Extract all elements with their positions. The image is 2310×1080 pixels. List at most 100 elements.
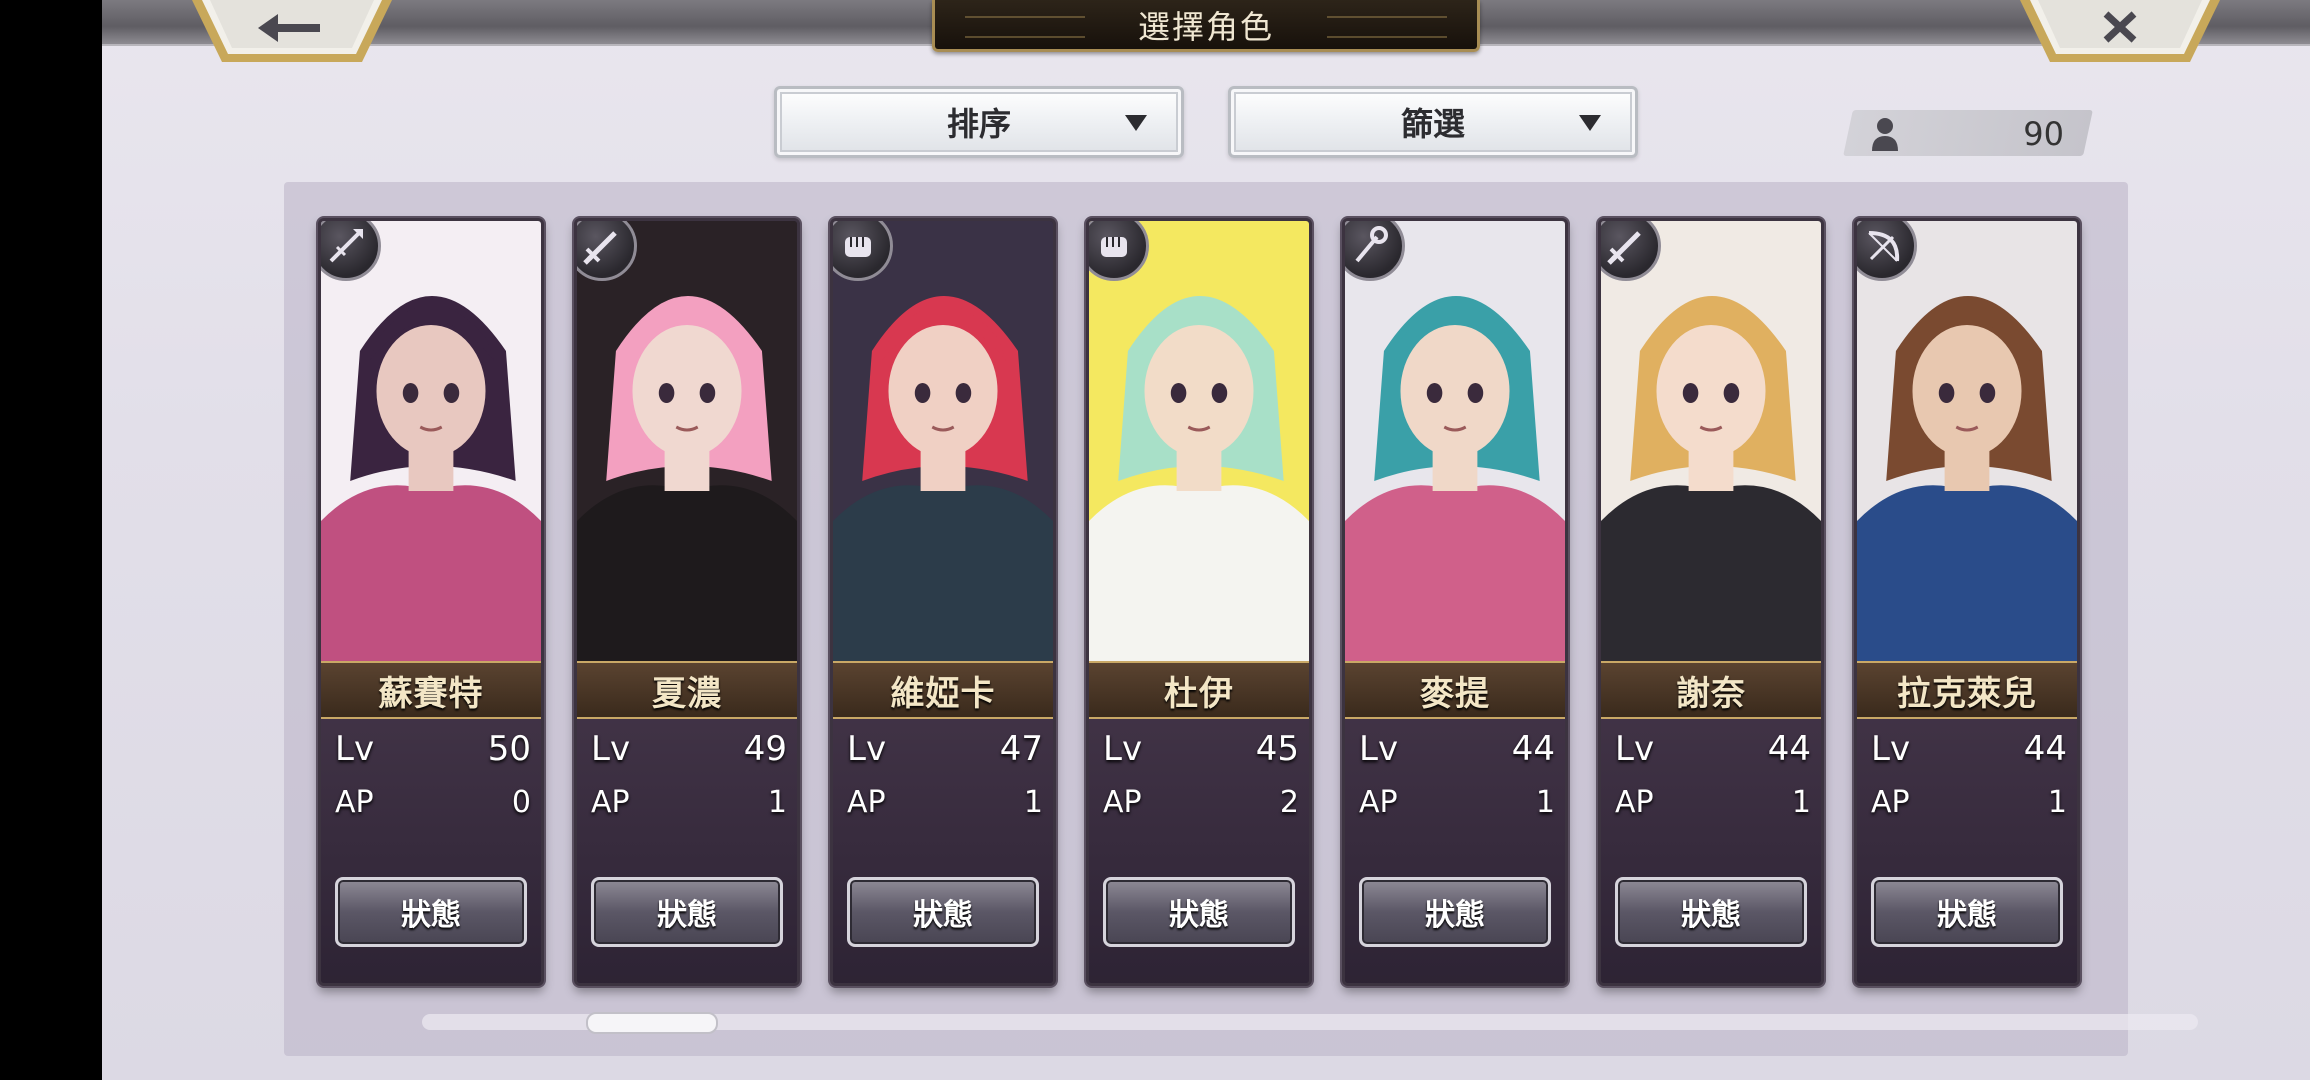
person-icon bbox=[1872, 118, 1898, 151]
level-row: Lv 50 bbox=[335, 729, 531, 775]
bow-icon bbox=[1868, 231, 1900, 262]
ap-label: AP bbox=[1871, 785, 1910, 820]
sword-icon bbox=[1607, 231, 1641, 265]
level-value: 50 bbox=[487, 729, 531, 769]
character-name: 夏濃 bbox=[577, 661, 797, 719]
level-value: 44 bbox=[2023, 729, 2067, 769]
level-label: Lv bbox=[335, 729, 375, 769]
ap-label: AP bbox=[1615, 785, 1654, 820]
character-card[interactable]: 麥提 Lv 44 AP 1 狀態 bbox=[1342, 218, 1568, 986]
ap-value: 0 bbox=[511, 785, 531, 820]
portrait-frame bbox=[1601, 221, 1821, 661]
spear-icon bbox=[329, 229, 363, 263]
portrait-frame bbox=[1089, 221, 1309, 661]
ap-row: AP 1 bbox=[847, 781, 1043, 827]
level-label: Lv bbox=[1615, 729, 1655, 769]
character-card[interactable]: 杜伊 Lv 45 AP 2 狀態 bbox=[1086, 218, 1312, 986]
level-row: Lv 44 bbox=[1615, 729, 1811, 775]
level-row: Lv 44 bbox=[1871, 729, 2067, 775]
sort-label: 排序 bbox=[946, 105, 1011, 143]
character-card-list: 蘇賽特 Lv 50 AP 0 狀態 夏濃 Lv 49 AP 1 狀態 維婭卡 Lv 47 AP 1 狀態 杜伊 Lv 4… bbox=[284, 182, 2128, 1056]
level-label: Lv bbox=[1359, 729, 1399, 769]
ap-row: AP 0 bbox=[335, 781, 531, 827]
ap-value: 1 bbox=[2047, 785, 2067, 820]
staff-icon bbox=[1355, 226, 1388, 263]
level-value: 44 bbox=[1511, 729, 1555, 769]
character-name: 謝奈 bbox=[1601, 661, 1821, 719]
ap-row: AP 1 bbox=[1615, 781, 1811, 827]
sort-dropdown[interactable]: 排序 bbox=[774, 86, 1184, 158]
character-name: 維婭卡 bbox=[833, 661, 1053, 719]
level-label: Lv bbox=[847, 729, 887, 769]
status-button[interactable]: 狀態 bbox=[1615, 877, 1807, 947]
ap-value: 1 bbox=[1023, 785, 1043, 820]
character-name: 麥提 bbox=[1345, 661, 1565, 719]
status-button[interactable]: 狀態 bbox=[847, 877, 1039, 947]
character-name: 杜伊 bbox=[1089, 661, 1309, 719]
character-card[interactable]: 拉克萊兒 Lv 44 AP 1 狀態 bbox=[1854, 218, 2080, 986]
status-button[interactable]: 狀態 bbox=[1359, 877, 1551, 947]
fist-icon bbox=[1101, 237, 1127, 257]
character-select-screen: 選擇角色 排序 篩選 90 蘇賽特 Lv 50 AP 0 狀態 夏濃 Lv 49 AP 1 狀態 維婭卡… bbox=[102, 0, 2310, 1080]
character-portrait bbox=[1857, 221, 2077, 661]
filter-label: 篩選 bbox=[1400, 105, 1465, 143]
page-title: 選擇角色 bbox=[932, 0, 1480, 52]
ap-row: AP 1 bbox=[591, 781, 787, 827]
level-value: 49 bbox=[743, 729, 787, 769]
ap-label: AP bbox=[847, 785, 886, 820]
character-portrait bbox=[321, 221, 541, 661]
sword-icon bbox=[583, 231, 617, 265]
character-portrait bbox=[1089, 221, 1309, 661]
roster-count: 90 bbox=[2023, 115, 2064, 153]
status-button[interactable]: 狀態 bbox=[335, 877, 527, 947]
character-card[interactable]: 謝奈 Lv 44 AP 1 狀態 bbox=[1598, 218, 1824, 986]
character-panel: 蘇賽特 Lv 50 AP 0 狀態 夏濃 Lv 49 AP 1 狀態 維婭卡 Lv 47 AP 1 狀態 杜伊 Lv 4… bbox=[284, 182, 2128, 1056]
ap-label: AP bbox=[591, 785, 630, 820]
portrait-frame bbox=[833, 221, 1053, 661]
character-card[interactable]: 夏濃 Lv 49 AP 1 狀態 bbox=[574, 218, 800, 986]
character-name: 蘇賽特 bbox=[321, 661, 541, 719]
ap-value: 2 bbox=[1279, 785, 1299, 820]
chevron-down-icon bbox=[1579, 115, 1601, 131]
ap-label: AP bbox=[1103, 785, 1142, 820]
level-value: 47 bbox=[999, 729, 1043, 769]
character-portrait bbox=[1345, 221, 1565, 661]
level-row: Lv 47 bbox=[847, 729, 1043, 775]
filter-dropdown[interactable]: 篩選 bbox=[1228, 86, 1638, 158]
ap-label: AP bbox=[1359, 785, 1398, 820]
level-row: Lv 49 bbox=[591, 729, 787, 775]
portrait-frame bbox=[1857, 221, 2077, 661]
character-portrait bbox=[577, 221, 797, 661]
fist-icon bbox=[845, 237, 871, 257]
character-card[interactable]: 蘇賽特 Lv 50 AP 0 狀態 bbox=[318, 218, 544, 986]
status-button[interactable]: 狀態 bbox=[591, 877, 783, 947]
ap-value: 1 bbox=[767, 785, 787, 820]
portrait-frame bbox=[1345, 221, 1565, 661]
level-label: Lv bbox=[1103, 729, 1143, 769]
close-button[interactable] bbox=[2020, 0, 2220, 66]
character-card[interactable]: 維婭卡 Lv 47 AP 1 狀態 bbox=[830, 218, 1056, 986]
character-portrait bbox=[833, 221, 1053, 661]
level-value: 44 bbox=[1767, 729, 1811, 769]
scrollbar-thumb[interactable] bbox=[586, 1012, 719, 1034]
level-value: 45 bbox=[1255, 729, 1299, 769]
ap-row: AP 1 bbox=[1871, 781, 2067, 827]
chevron-down-icon bbox=[1125, 115, 1147, 131]
ap-value: 1 bbox=[1791, 785, 1811, 820]
portrait-frame bbox=[577, 221, 797, 661]
level-label: Lv bbox=[591, 729, 631, 769]
character-portrait bbox=[1601, 221, 1821, 661]
status-button[interactable]: 狀態 bbox=[1871, 877, 2063, 947]
ap-row: AP 2 bbox=[1103, 781, 1299, 827]
ap-value: 1 bbox=[1535, 785, 1555, 820]
level-row: Lv 44 bbox=[1359, 729, 1555, 775]
portrait-frame bbox=[321, 221, 541, 661]
level-label: Lv bbox=[1871, 729, 1911, 769]
status-button[interactable]: 狀態 bbox=[1103, 877, 1295, 947]
close-icon bbox=[2020, 0, 2220, 62]
level-row: Lv 45 bbox=[1103, 729, 1299, 775]
character-name: 拉克萊兒 bbox=[1857, 661, 2077, 719]
ap-label: AP bbox=[335, 785, 374, 820]
back-arrow-icon bbox=[192, 0, 392, 62]
back-button[interactable] bbox=[192, 0, 392, 66]
